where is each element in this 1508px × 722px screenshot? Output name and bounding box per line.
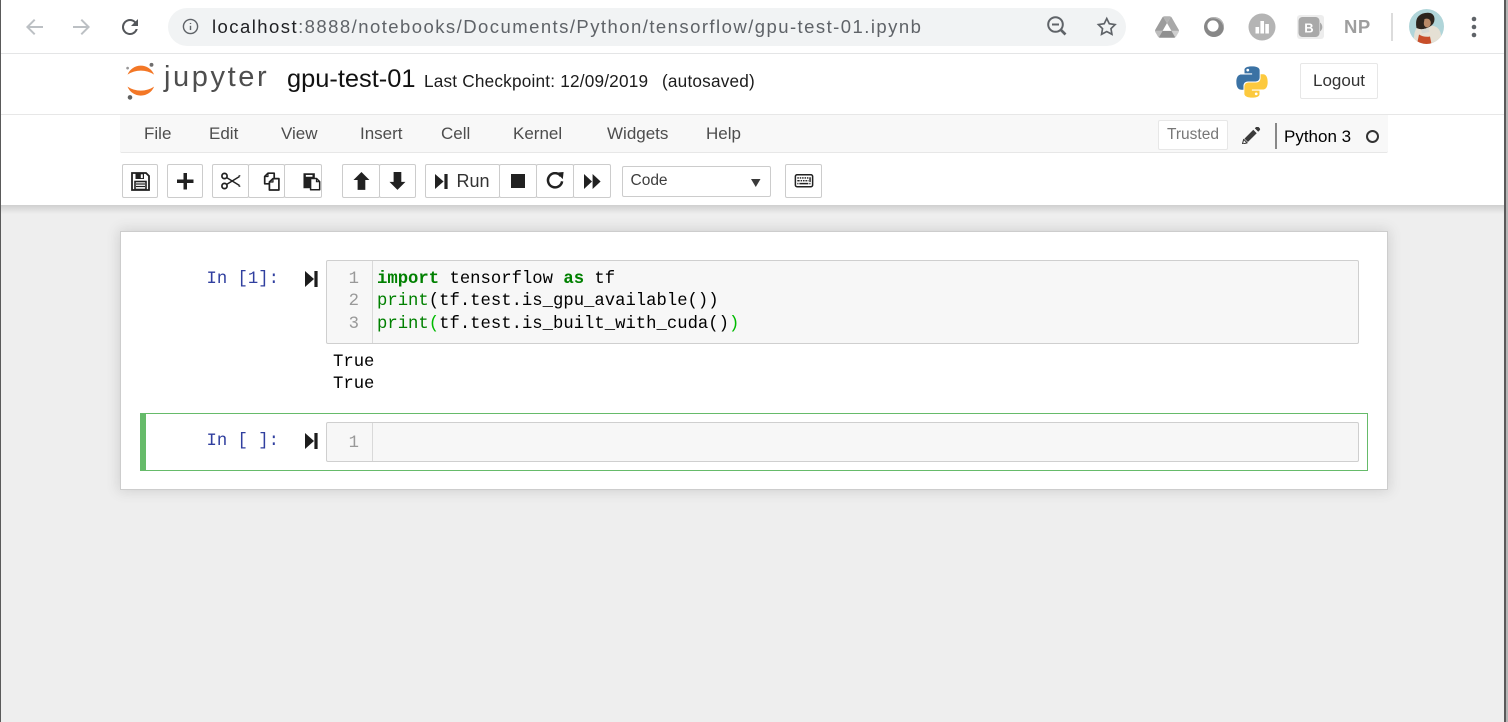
- svg-text:B: B: [1304, 21, 1313, 36]
